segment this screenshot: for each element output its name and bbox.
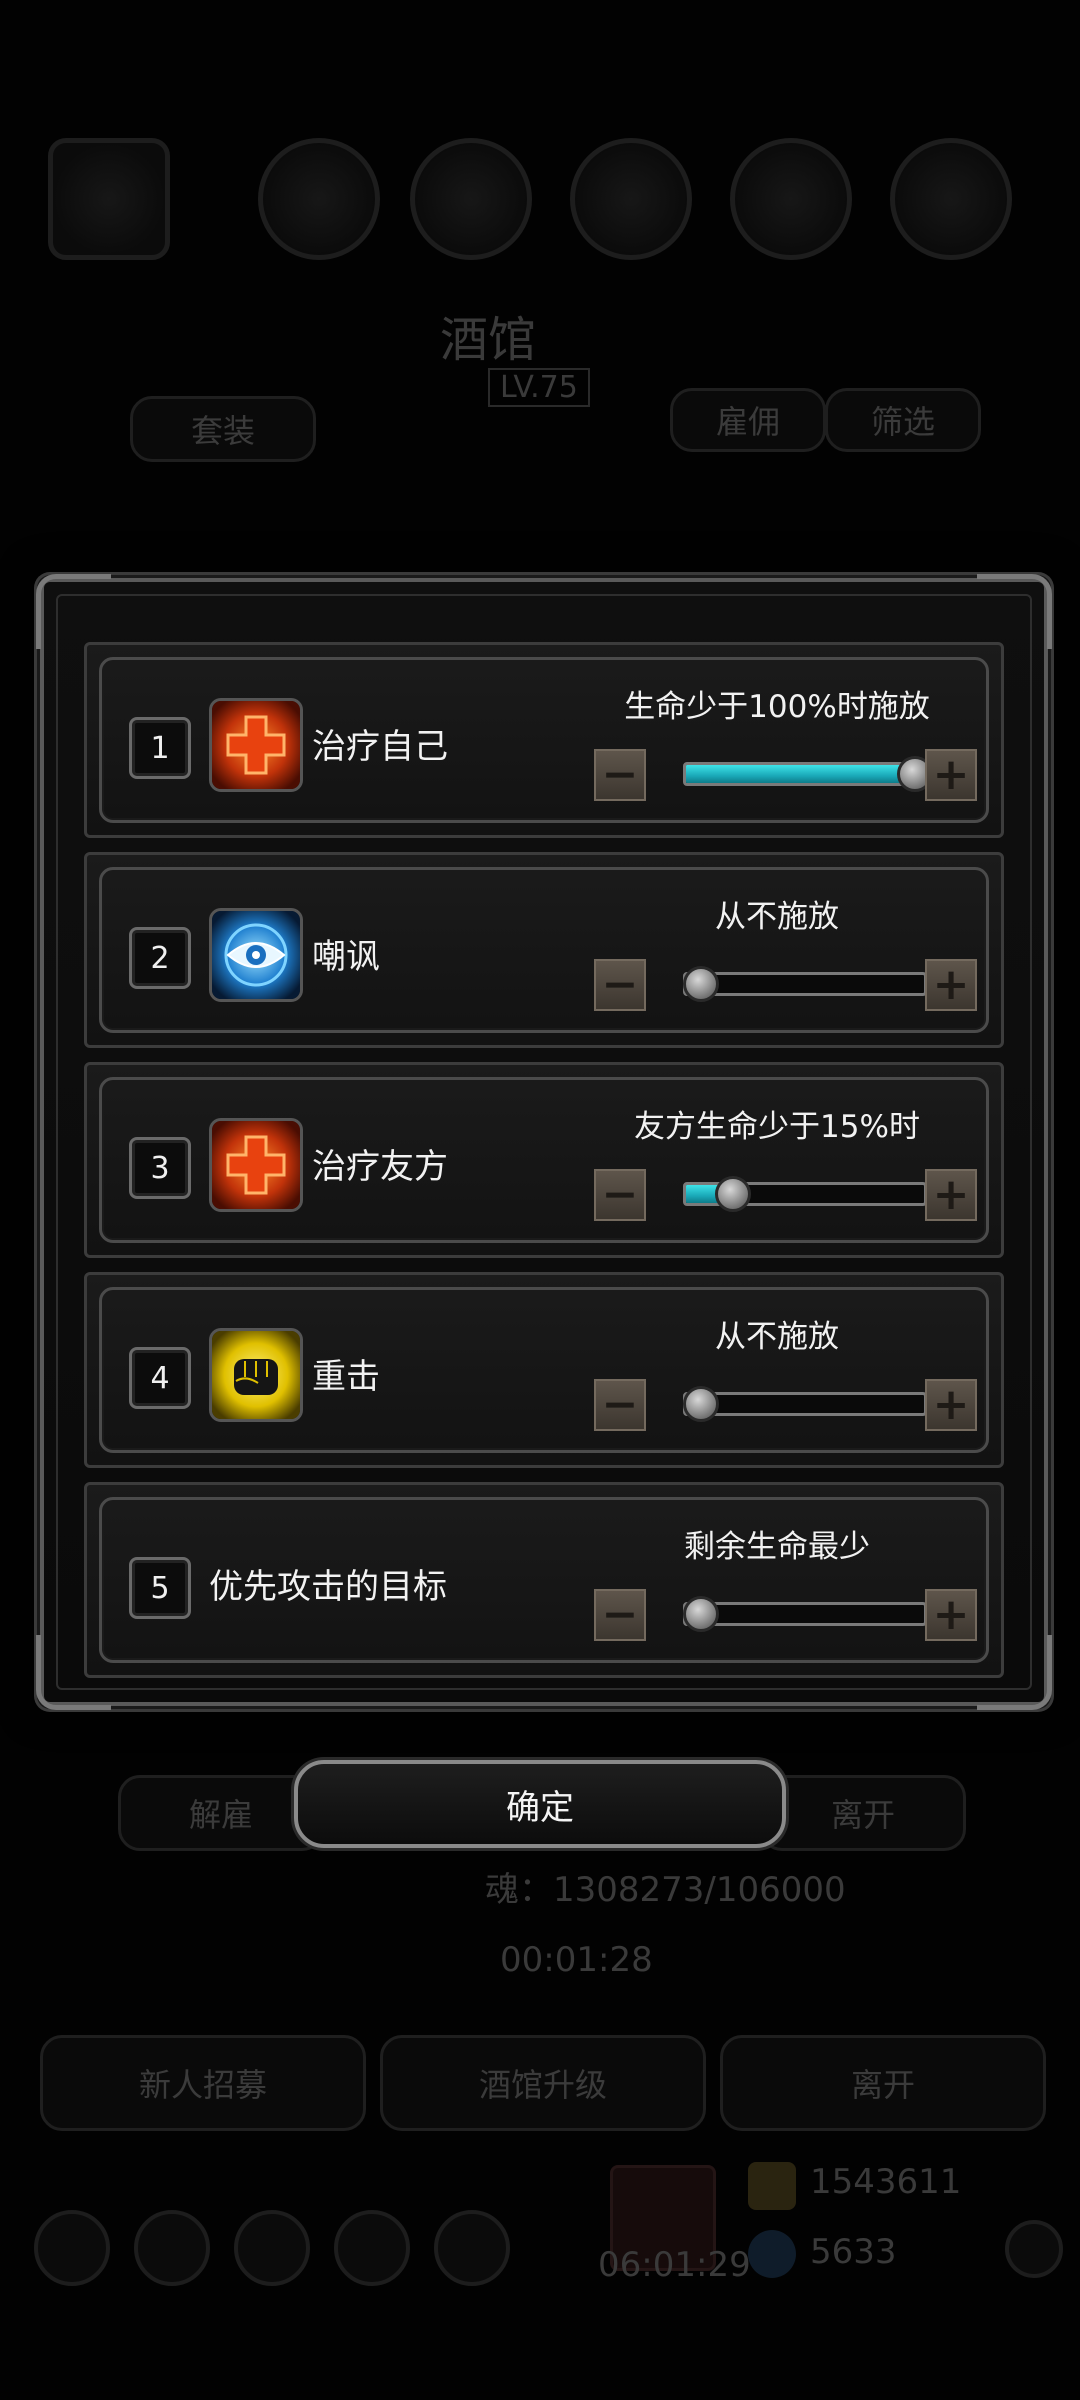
increase-button[interactable]: + xyxy=(925,749,977,801)
skill-condition: 生命少于100%时施放 xyxy=(624,689,930,725)
increase-button[interactable]: + xyxy=(925,1589,977,1641)
equipment-slot-3 xyxy=(570,138,692,260)
confirm-button[interactable]: 确定 xyxy=(294,1760,786,1848)
condition-slider-thumb[interactable] xyxy=(683,1596,719,1632)
skill-condition: 剩余生命最少 xyxy=(684,1529,870,1565)
bg-menu-icon-1 xyxy=(34,2210,110,2286)
decrease-button[interactable]: − xyxy=(594,749,646,801)
skill-name: 优先攻击的目标 xyxy=(209,1567,447,1607)
bg-add-currency-icon xyxy=(1005,2220,1063,2278)
skill-condition: 从不施放 xyxy=(715,1319,839,1355)
taunt-eye-icon xyxy=(209,908,303,1002)
skill-row-5: 5 优先攻击的目标 剩余生命最少 − + xyxy=(84,1482,1004,1678)
bg-menu-icon-2 xyxy=(134,2210,210,2286)
skill-name: 重击 xyxy=(312,1357,380,1397)
skill-row-4: 4 重击 从不施放 − + xyxy=(84,1272,1004,1468)
decrease-button[interactable]: − xyxy=(594,959,646,1011)
skill-index: 1 xyxy=(129,717,191,779)
bg-gem-icon xyxy=(748,2230,796,2278)
skill-name: 治疗友方 xyxy=(312,1147,448,1187)
bg-tab-filter: 筛选 xyxy=(825,388,981,452)
skill-row-1: 1 治疗自己 生命少于100%时施放 − + xyxy=(84,642,1004,838)
skill-index: 2 xyxy=(129,927,191,989)
decrease-button[interactable]: − xyxy=(594,1589,646,1641)
increase-button[interactable]: + xyxy=(925,959,977,1011)
condition-slider-track[interactable] xyxy=(683,762,927,786)
bg-gem-amount: 5633 xyxy=(810,2232,897,2272)
increase-button[interactable]: + xyxy=(925,1169,977,1221)
equipment-slot-1 xyxy=(258,138,380,260)
bg-menu-icon-5 xyxy=(434,2210,510,2286)
bg-tab-outfit: 套装 xyxy=(130,396,316,462)
bg-leave-button-2: 离开 xyxy=(720,2035,1046,2131)
bg-upgrade-button: 酒馆升级 xyxy=(380,2035,706,2131)
skill-index: 3 xyxy=(129,1137,191,1199)
increase-button[interactable]: + xyxy=(925,1379,977,1431)
bg-menu-icon-3 xyxy=(234,2210,310,2286)
skill-settings-dialog: 1 治疗自己 生命少于100%时施放 − + 2 嘲讽 从不施放 − + 3 治… xyxy=(36,574,1052,1710)
bg-timer-1: 00:01:28 xyxy=(500,1940,653,1980)
bg-gold-amount: 1543611 xyxy=(810,2162,962,2202)
decrease-button[interactable]: − xyxy=(594,1379,646,1431)
skill-row-3: 3 治疗友方 友方生命少于15%时 − + xyxy=(84,1062,1004,1258)
condition-slider-track[interactable] xyxy=(683,1392,927,1416)
condition-slider-thumb[interactable] xyxy=(683,966,719,1002)
skill-condition: 从不施放 xyxy=(715,899,839,935)
condition-slider-track[interactable] xyxy=(683,972,927,996)
skill-condition: 友方生命少于15%时 xyxy=(634,1109,920,1145)
frame-corner-ornament xyxy=(977,574,1052,649)
hero-portrait-slot xyxy=(48,138,170,260)
bg-leave-button: 离开 xyxy=(760,1775,966,1851)
decrease-button[interactable]: − xyxy=(594,1169,646,1221)
bg-tab-hire: 雇佣 xyxy=(670,388,826,452)
condition-slider-fill xyxy=(686,765,914,783)
bg-menu-icon-4 xyxy=(334,2210,410,2286)
skill-row-2: 2 嘲讽 从不施放 − + xyxy=(84,852,1004,1048)
bg-title: 酒馆 xyxy=(440,312,537,368)
skill-index: 4 xyxy=(129,1347,191,1409)
frame-corner-ornament xyxy=(36,574,111,649)
heal-cross-icon xyxy=(209,698,303,792)
skill-name: 嘲讽 xyxy=(312,937,380,977)
skill-name: 治疗自己 xyxy=(312,727,448,767)
fist-icon xyxy=(209,1328,303,1422)
condition-slider-thumb[interactable] xyxy=(715,1176,752,1212)
heal-cross-icon xyxy=(209,1118,303,1212)
bg-timer-2: 06:01:29 xyxy=(598,2245,751,2285)
condition-slider-thumb[interactable] xyxy=(683,1386,719,1422)
bg-gold-icon xyxy=(748,2162,796,2210)
bg-soul-counter: 魂：1308273/106000 xyxy=(485,1870,846,1910)
equipment-slot-5 xyxy=(890,138,1012,260)
equipment-slot-2 xyxy=(410,138,532,260)
equipment-slot-4 xyxy=(730,138,852,260)
skill-index: 5 xyxy=(129,1557,191,1619)
bg-recruit-button: 新人招募 xyxy=(40,2035,366,2131)
condition-slider-track[interactable] xyxy=(683,1602,927,1626)
bg-level: LV.75 xyxy=(488,368,590,407)
